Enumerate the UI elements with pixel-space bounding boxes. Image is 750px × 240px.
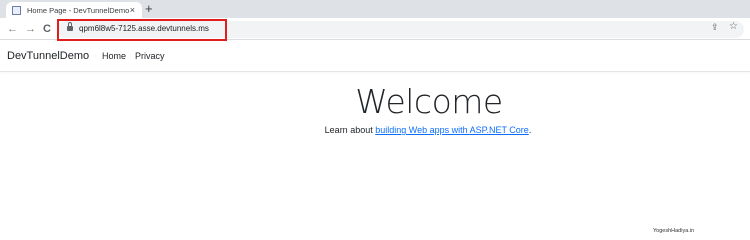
aspnet-docs-link[interactable]: building Web apps with ASP.NET Core xyxy=(375,125,529,135)
browser-tab[interactable]: Home Page - DevTunnelDemo × xyxy=(6,2,142,18)
site-navbar: DevTunnelDemo Home Privacy xyxy=(0,41,750,72)
page-icon xyxy=(12,5,21,15)
page-heading: Welcome xyxy=(355,82,503,121)
browser-tab-strip: Home Page - DevTunnelDemo × + xyxy=(0,0,750,18)
bookmark-star-icon[interactable]: ☆ xyxy=(729,21,738,32)
nav-link-privacy[interactable]: Privacy xyxy=(135,51,165,61)
new-tab-button[interactable]: + xyxy=(145,1,153,17)
lead-text: Learn about building Web apps with ASP.N… xyxy=(0,125,750,135)
close-tab-icon[interactable]: × xyxy=(130,4,135,16)
lead-prefix: Learn about xyxy=(324,125,376,135)
lead-suffix: . xyxy=(528,125,532,135)
forward-arrow-icon[interactable]: → xyxy=(25,21,36,37)
reload-icon[interactable]: C xyxy=(43,21,51,37)
watermark-text: YogeshHadiya.in xyxy=(653,228,695,234)
back-arrow-icon[interactable]: ← xyxy=(7,21,18,37)
nav-link-home[interactable]: Home xyxy=(102,51,126,61)
url-highlight-box xyxy=(57,19,227,41)
navbar-brand[interactable]: DevTunnelDemo xyxy=(7,50,89,62)
share-icon[interactable]: ⇪ xyxy=(711,22,719,33)
tab-title: Home Page - DevTunnelDemo xyxy=(27,5,130,15)
